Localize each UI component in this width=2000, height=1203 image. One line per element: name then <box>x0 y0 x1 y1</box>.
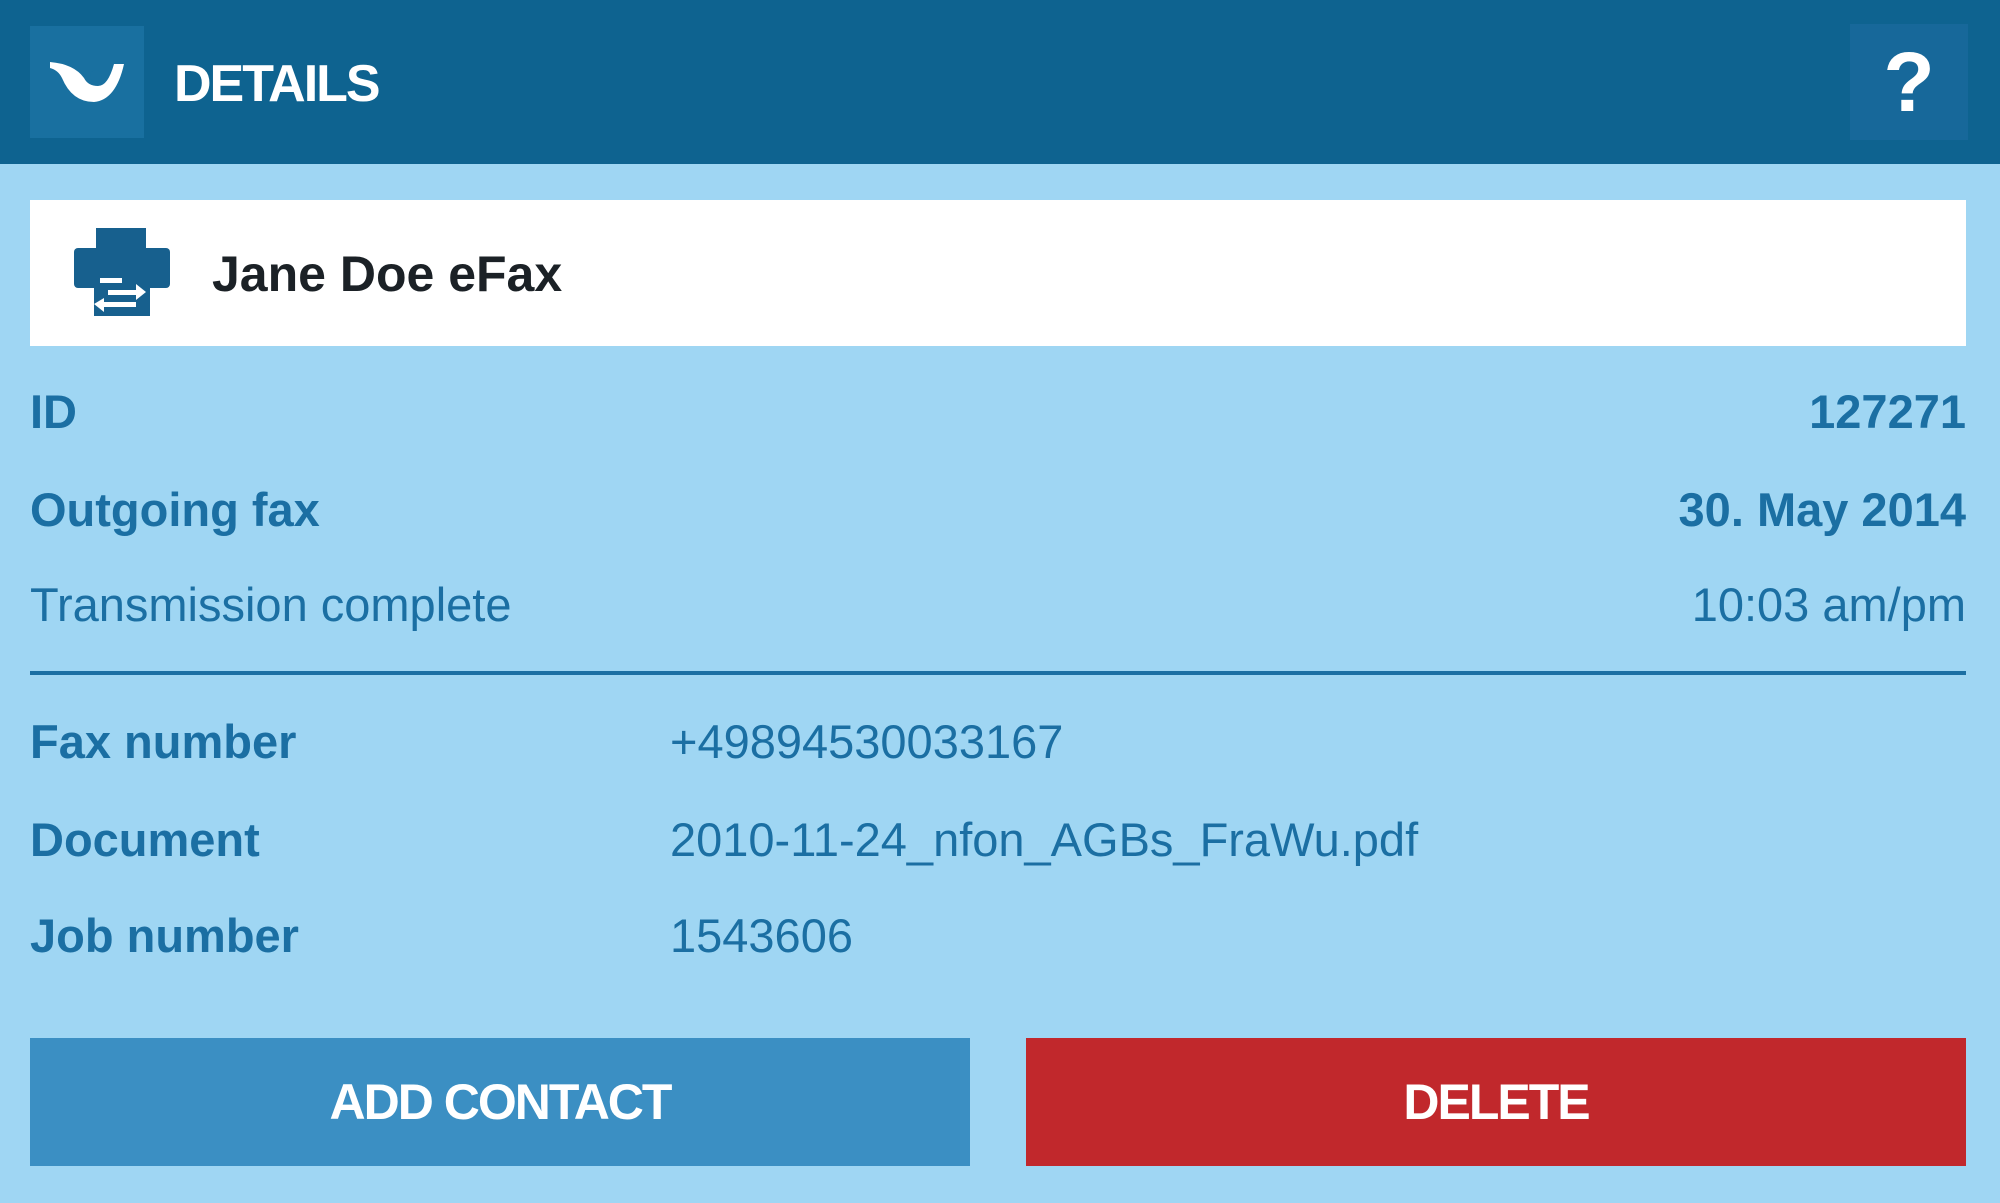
fax-number-label: Fax number <box>30 715 297 768</box>
add-contact-button[interactable]: ADD CONTACT <box>30 1038 970 1166</box>
contact-card: Jane Doe eFax <box>30 200 1966 346</box>
direction-label: Outgoing fax <box>30 483 320 536</box>
fax-icon <box>74 228 170 316</box>
details-header: DETAILS ? <box>0 0 2000 164</box>
document-value: 2010-11-24_nfon_AGBs_FraWu.pdf <box>670 813 1419 866</box>
contact-name: Jane Doe eFax <box>212 246 563 302</box>
page-title: DETAILS <box>174 55 381 113</box>
fax-number-value: +49894530033167 <box>670 715 1064 768</box>
document-label: Document <box>30 813 260 866</box>
delete-button[interactable]: DELETE <box>1026 1038 1966 1166</box>
job-number-value: 1543606 <box>670 909 853 962</box>
time-value: 10:03 am/pm <box>1691 578 1966 631</box>
job-number-label: Job number <box>30 909 299 962</box>
logo <box>30 26 144 138</box>
help-button[interactable]: ? <box>1850 24 1968 140</box>
id-value: 127271 <box>1809 385 1966 438</box>
date-value: 30. May 2014 <box>1678 483 1966 536</box>
status-label: Transmission complete <box>30 578 512 631</box>
section-divider <box>30 671 1966 675</box>
brand-logo-icon <box>50 62 124 102</box>
id-label: ID <box>30 385 77 438</box>
